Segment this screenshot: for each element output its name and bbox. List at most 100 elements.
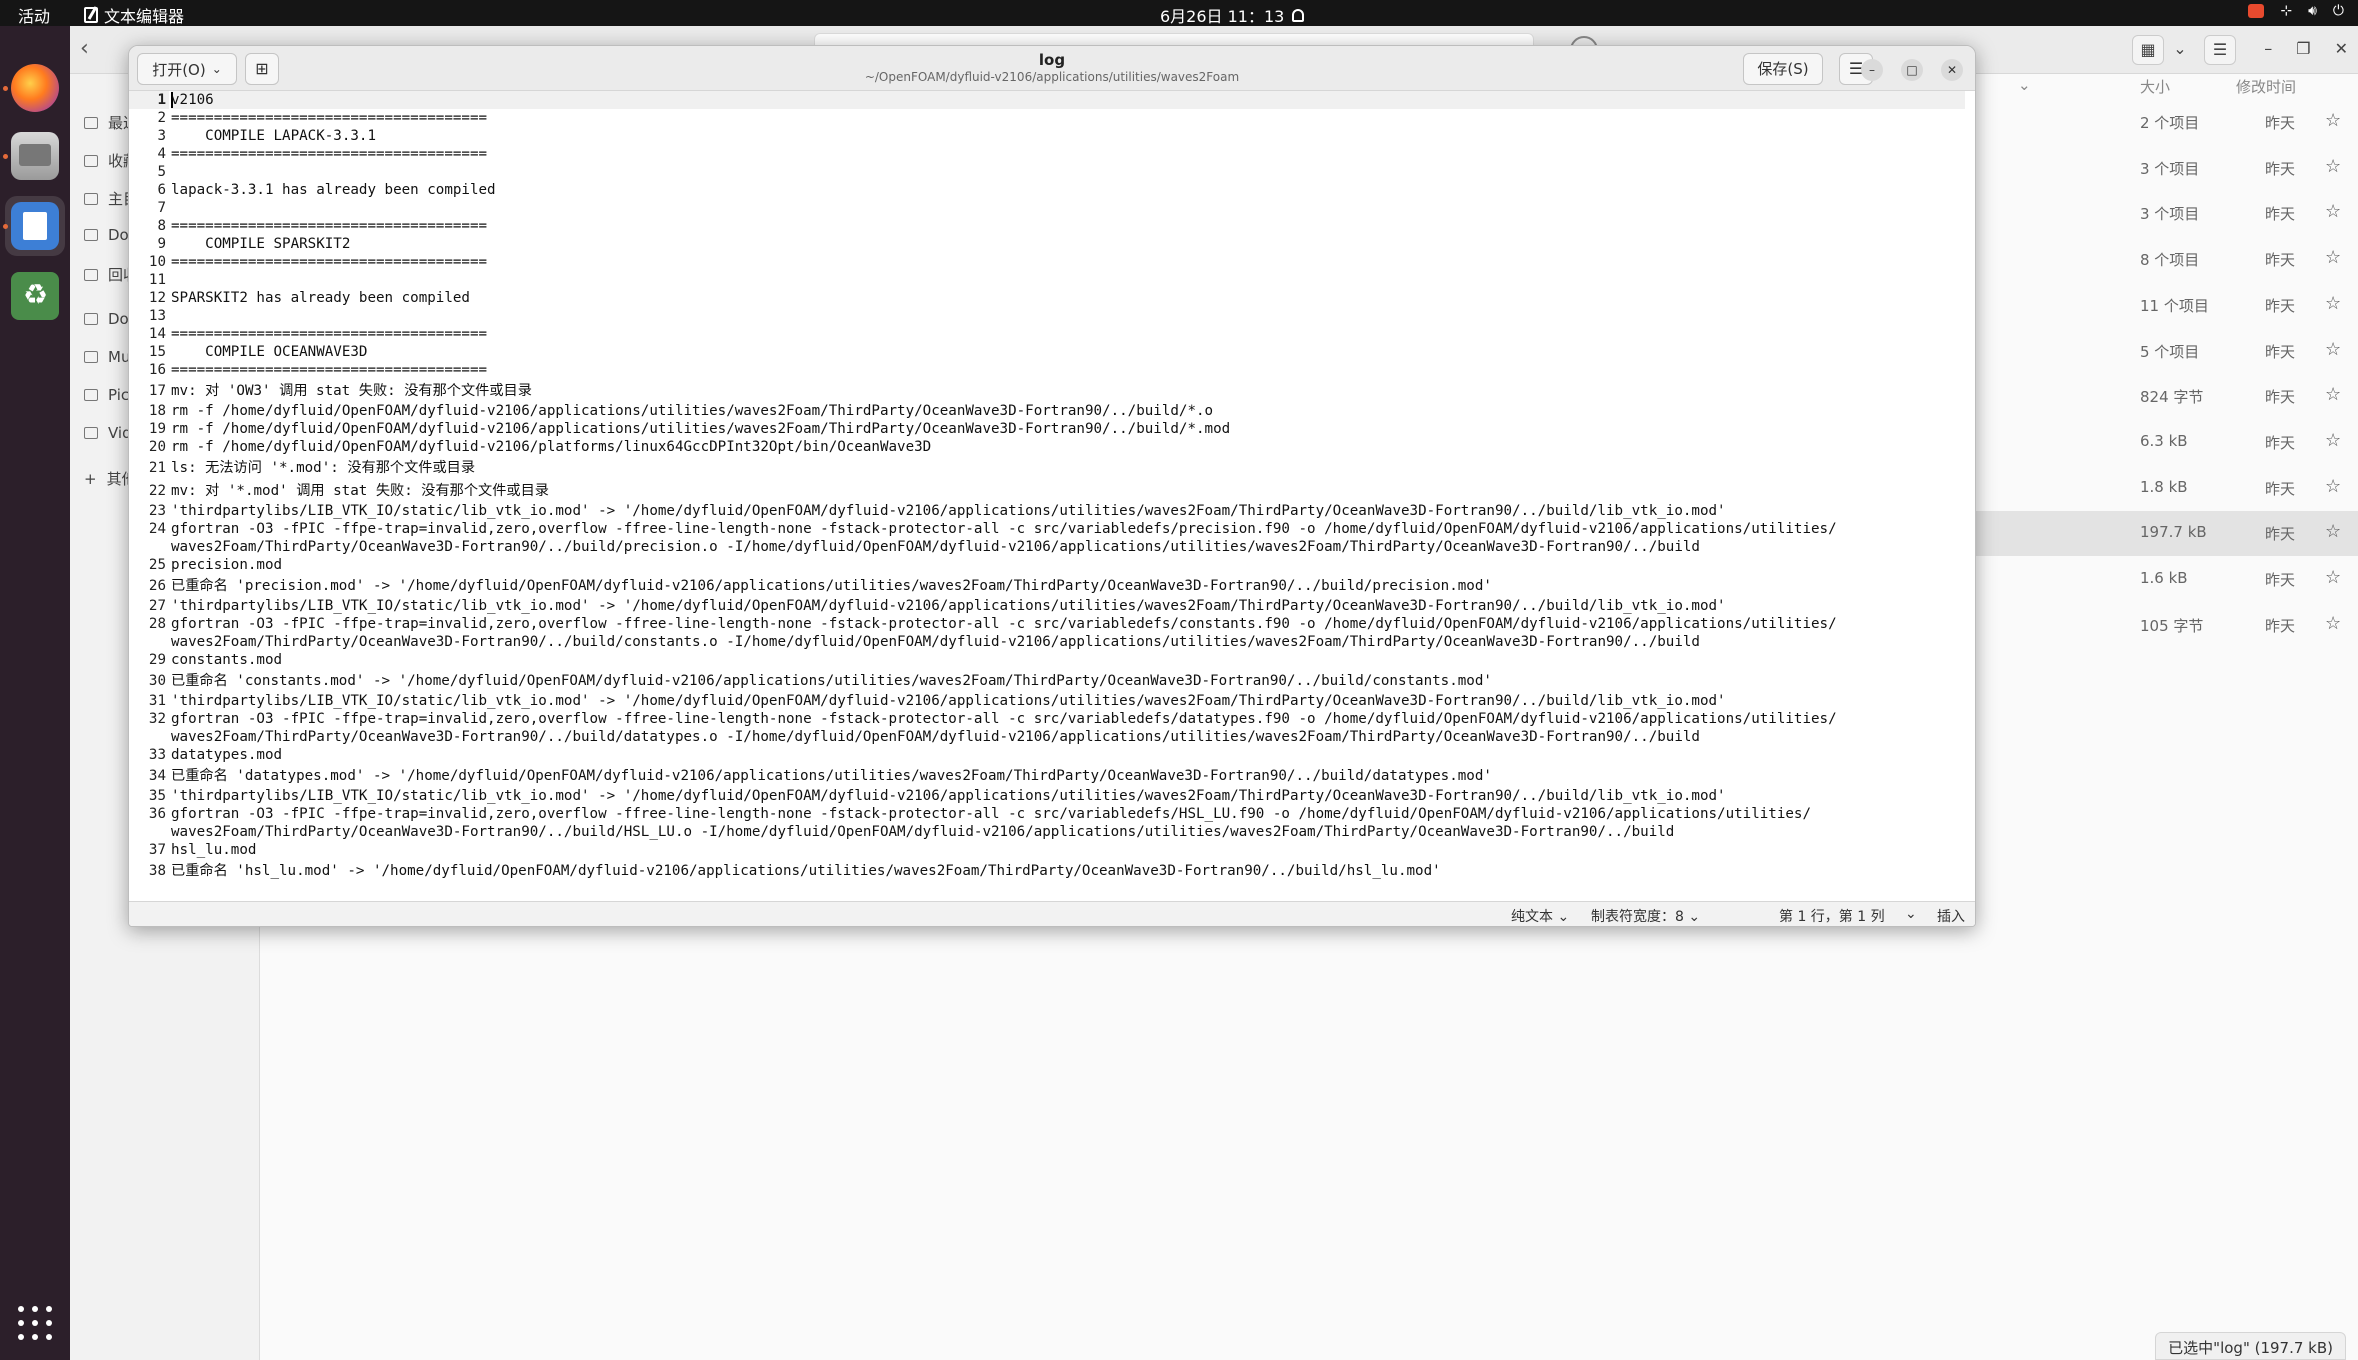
cursor-position[interactable]: 第 1 行，第 1 列	[1779, 906, 1885, 926]
text-line: mv: 对 'OW3' 调用 stat 失败: 没有那个文件或目录	[171, 383, 532, 399]
back-icon[interactable]: ‹	[80, 36, 106, 64]
running-indicator	[3, 154, 8, 159]
save-button[interactable]: 保存(S)	[1743, 53, 1823, 85]
close-icon: ✕	[1946, 63, 1958, 77]
chevron-down-icon[interactable]: ⌄	[2018, 76, 2031, 94]
star-icon[interactable]: ☆	[2325, 156, 2341, 177]
document-path: ~/OpenFOAM/dyfluid-v2106/applications/ut…	[864, 70, 1240, 84]
file-size: 6.3 kB	[2140, 431, 2188, 450]
line-number: 37	[148, 842, 166, 858]
download-icon	[84, 229, 98, 241]
file-size: 3 个项目	[2140, 159, 2200, 178]
column-size[interactable]: 大小	[2140, 76, 2170, 97]
volume-icon: 🔊︎	[2308, 3, 2317, 19]
column-modified[interactable]: 修改时间	[2236, 76, 2296, 97]
text-line: =====================================	[171, 218, 488, 234]
line-number: 25	[148, 557, 166, 573]
star-icon[interactable]: ☆	[2325, 430, 2341, 451]
star-icon[interactable]: ☆	[2325, 613, 2341, 634]
file-size: 1.8 kB	[2140, 477, 2188, 496]
line-number: 28	[148, 616, 166, 632]
window-controls: – ❐ ✕	[2264, 39, 2348, 58]
text-cursor	[171, 92, 173, 108]
line-number: 23	[148, 503, 166, 519]
text-line: gfortran -O3 -fPIC -ffpe-trap=invalid,ze…	[171, 806, 1811, 840]
file-modified: 昨天	[2265, 159, 2296, 178]
star-icon[interactable]: ☆	[2325, 384, 2341, 405]
firefox-icon[interactable]	[11, 64, 59, 112]
document-title: log	[1038, 51, 1066, 69]
home-icon	[84, 192, 98, 205]
file-modified: 昨天	[2265, 525, 2296, 544]
star-icon[interactable]: ☆	[2325, 293, 2341, 314]
dock	[0, 26, 70, 1360]
star-icon[interactable]: ☆	[2325, 110, 2341, 131]
text-line: datatypes.mod	[171, 747, 283, 763]
line-number: 22	[148, 483, 166, 499]
star-icon[interactable]: ☆	[2325, 567, 2341, 588]
trash-icon[interactable]	[11, 272, 59, 320]
line-number: 21	[148, 460, 166, 476]
line-number: 12	[148, 290, 166, 306]
text-line: COMPILE SPARSKIT2	[171, 236, 351, 252]
text-line: gfortran -O3 -fPIC -ffpe-trap=invalid,ze…	[171, 711, 1837, 745]
folder-icon	[84, 427, 98, 439]
activities-button[interactable]: 活动	[18, 3, 50, 27]
line-number: 2	[157, 110, 166, 126]
line-number: 32	[148, 711, 166, 727]
insert-mode[interactable]: 插入	[1937, 906, 1965, 926]
star-icon[interactable]: ☆	[2325, 201, 2341, 222]
line-number: 5	[157, 164, 166, 180]
menu-icon[interactable]: ☰	[2204, 35, 2236, 65]
text-line: =====================================	[171, 146, 488, 162]
line-number: 15	[148, 344, 166, 360]
line-number: 35	[148, 788, 166, 804]
file-modified: 昨天	[2265, 114, 2296, 132]
star-icon[interactable]: ☆	[2325, 339, 2341, 360]
file-modified: 昨天	[2265, 296, 2296, 315]
close-icon[interactable]: ✕	[2335, 39, 2348, 58]
minimize-icon: –	[1869, 63, 1875, 77]
text-line: rm -f /home/dyfluid/OpenFOAM/dyfluid-v21…	[171, 421, 1231, 437]
star-icon[interactable]: ☆	[2325, 476, 2341, 497]
line-number: 18	[148, 403, 166, 419]
minimize-icon[interactable]: –	[2264, 39, 2272, 58]
files-icon[interactable]	[11, 132, 59, 180]
line-number: 36	[148, 806, 166, 822]
line-number: 13	[148, 308, 166, 324]
tab-width-selector[interactable]: 制表符宽度：8 ⌄	[1591, 906, 1700, 926]
text-line: rm -f /home/dyfluid/OpenFOAM/dyfluid-v21…	[171, 403, 1214, 419]
text-line: =====================================	[171, 362, 488, 378]
star-icon[interactable]: ☆	[2325, 521, 2341, 542]
line-number: 4	[157, 146, 166, 162]
file-modified: 昨天	[2265, 342, 2296, 361]
file-size: 105 字节	[2140, 616, 2204, 635]
document-text[interactable]: v2106 ===================================…	[171, 91, 1965, 882]
folder-icon	[84, 389, 98, 401]
show-apps-icon[interactable]	[18, 1306, 52, 1340]
star-icon[interactable]: ☆	[2325, 247, 2341, 268]
app-menu[interactable]: 文本编辑器	[84, 3, 184, 27]
system-tray[interactable]: ⊹ 🔊︎ ⏻	[2248, 3, 2344, 19]
line-number: 33	[148, 747, 166, 763]
line-number: 8	[157, 218, 166, 234]
input-method-icon[interactable]	[2248, 4, 2265, 18]
maximize-button[interactable]: □	[1901, 59, 1923, 81]
close-button[interactable]: ✕	[1941, 59, 1963, 81]
text-editor-icon[interactable]	[11, 202, 59, 250]
selection-status: 已选中"log" (197.7 kB)	[2155, 1332, 2346, 1360]
text-line: 已重命名 'datatypes.mod' -> '/home/dyfluid/O…	[171, 768, 1492, 784]
minimize-button[interactable]: –	[1861, 59, 1883, 81]
chevron-down-icon[interactable]: ⌄	[2164, 35, 2196, 65]
plus-icon: +	[84, 469, 97, 488]
clock[interactable]: 6月26日 11：13	[1160, 3, 1305, 27]
view-grid-icon[interactable]: ▦	[2132, 35, 2164, 65]
text-view[interactable]: 1 2 3 4 5 6 7 8 9 10 11 12 13 14 15 16 17 18 19 20 21 22 23 24 2…	[129, 91, 1975, 903]
chevron-down-icon[interactable]: ⌄	[1905, 906, 1917, 922]
power-icon: ⏻	[2332, 3, 2344, 19]
restore-icon[interactable]: ❐	[2296, 39, 2310, 58]
line-number: 29	[148, 652, 166, 668]
language-selector[interactable]: 纯文本 ⌄	[1511, 906, 1569, 926]
file-size: 11 个项目	[2140, 296, 2209, 315]
line-number: 17	[148, 383, 166, 399]
